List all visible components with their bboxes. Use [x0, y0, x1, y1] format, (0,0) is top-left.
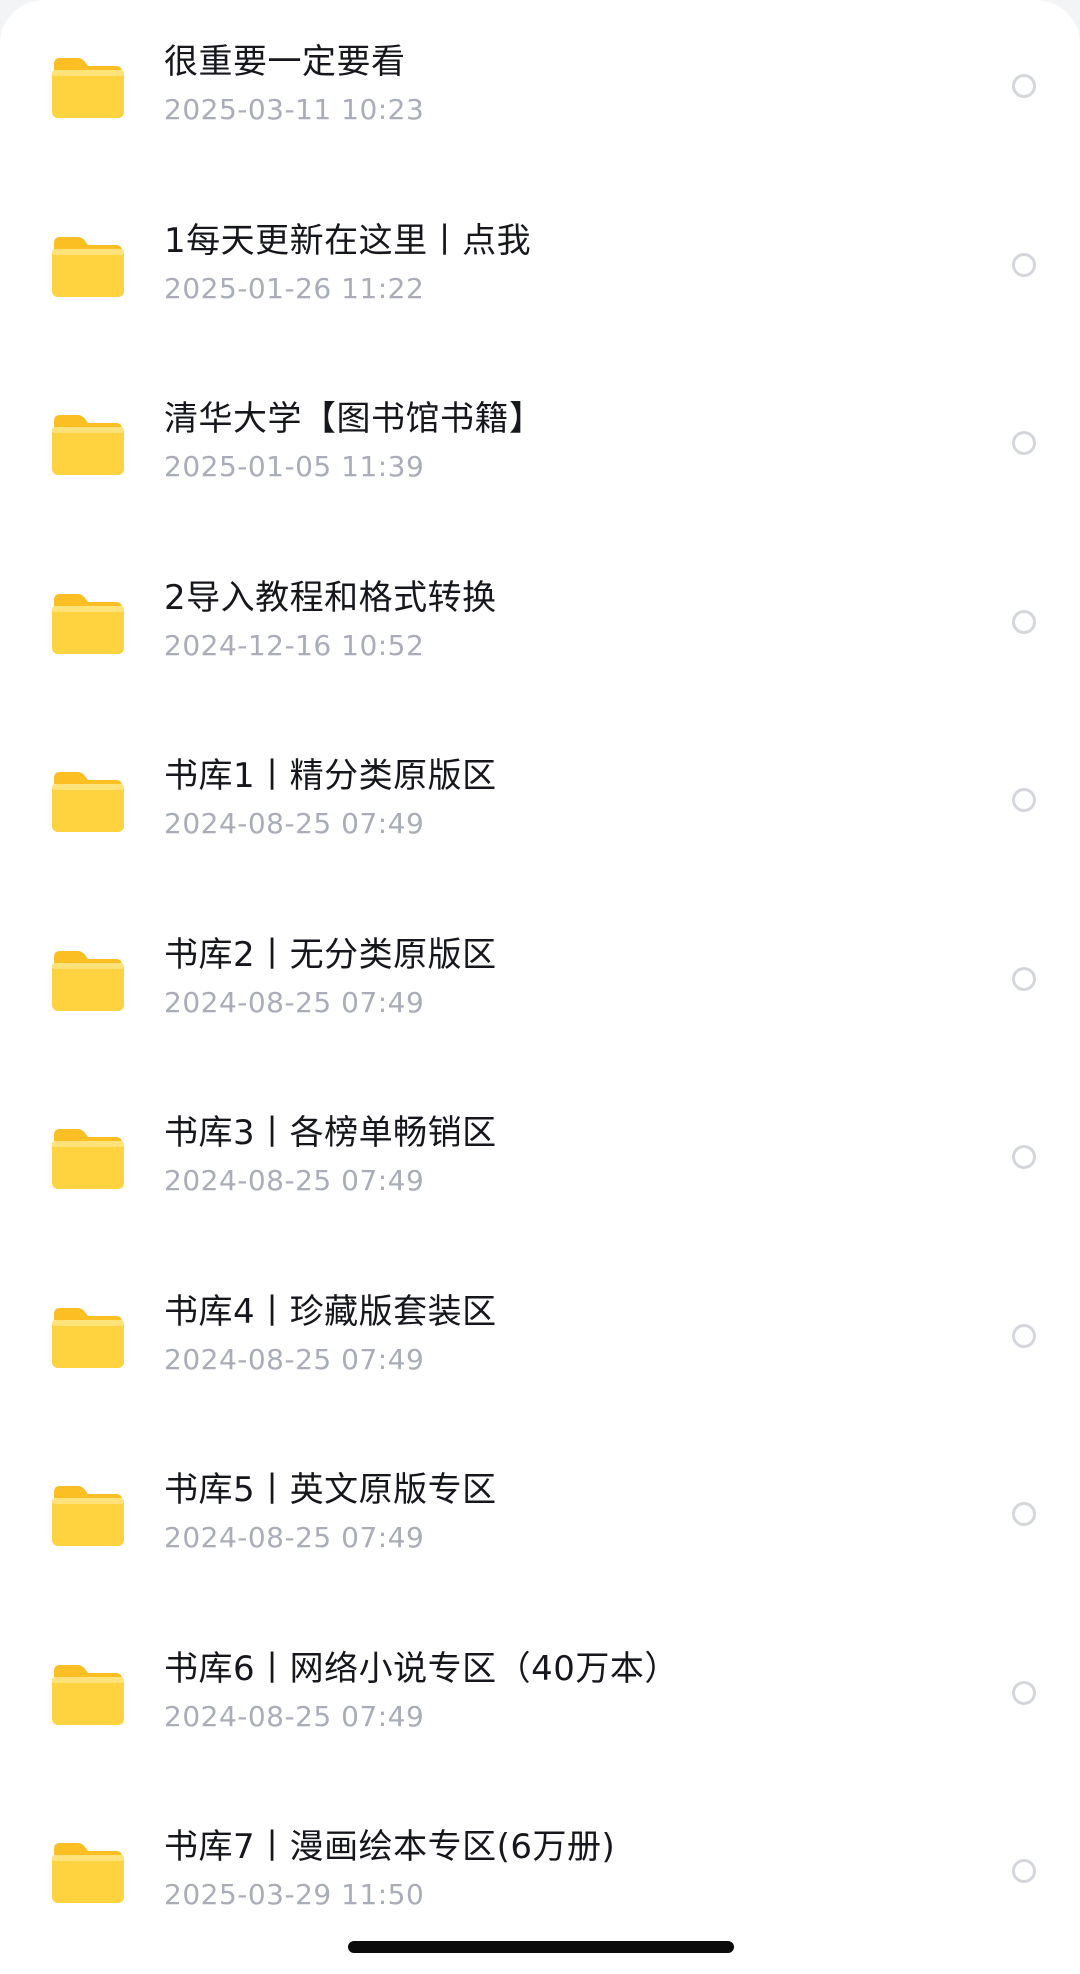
folder-name: 1每天更新在这里丨点我 [164, 220, 532, 261]
folder-text: 书库7丨漫画绘本专区(6万册) 2025-03-29 11:50 [164, 1825, 940, 1913]
folder-name: 书库7丨漫画绘本专区(6万册) [164, 1827, 616, 1867]
folder-icon [50, 52, 126, 122]
folder-date: 2024-08-25 07:49 [164, 985, 425, 1019]
folder-icon [50, 1659, 126, 1729]
folder-name: 很重要一定要看 [164, 42, 406, 82]
folder-date: 2025-03-11 10:23 [164, 93, 425, 126]
list-item[interactable]: 书库3丨各榜单畅销区 2024-08-25 07:49 [0, 1071, 1080, 1250]
folder-name: 清华大学【图书馆书籍】 [164, 399, 544, 439]
list-item[interactable]: 清华大学【图书馆书籍】 2025-01-05 11:39 [0, 357, 1080, 536]
radio-circle-icon[interactable] [1012, 252, 1036, 277]
folder-text: 1每天更新在这里丨点我 2025-01-26 11:22 [164, 219, 940, 307]
folder-icon [50, 409, 126, 479]
radio-circle-icon[interactable] [1012, 1323, 1036, 1348]
radio-circle-icon[interactable] [1012, 1680, 1036, 1705]
folder-icon [50, 766, 126, 836]
folder-name: 书库1丨精分类原版区 [164, 756, 497, 796]
folder-name: 书库6丨网络小说专区（40万本） [164, 1648, 679, 1689]
folder-icon [50, 1302, 126, 1372]
folder-icon [50, 1837, 126, 1907]
radio-circle-icon[interactable] [1012, 74, 1036, 98]
list-item[interactable]: 2导入教程和格式转换 2024-12-16 10:52 [0, 536, 1080, 715]
folder-list: 很重要一定要看 2025-03-11 10:23 1每天更新在这里丨点我 202… [0, 0, 1080, 1964]
folder-date: 2024-08-25 07:49 [164, 1164, 425, 1197]
file-list-sheet: 很重要一定要看 2025-03-11 10:23 1每天更新在这里丨点我 202… [0, 0, 1080, 1974]
list-item[interactable]: 书库6丨网络小说专区（40万本） 2024-08-25 07:49 [0, 1607, 1080, 1786]
home-indicator[interactable] [348, 1941, 734, 1953]
folder-text: 很重要一定要看 2025-03-11 10:23 [164, 40, 940, 128]
radio-circle-icon[interactable] [1012, 1502, 1036, 1526]
list-item[interactable]: 1每天更新在这里丨点我 2025-01-26 11:22 [0, 179, 1080, 358]
folder-date: 2025-01-05 11:39 [164, 450, 425, 483]
folder-name: 2导入教程和格式转换 [164, 577, 497, 618]
folder-text: 书库1丨精分类原版区 2024-08-25 07:49 [164, 754, 940, 842]
folder-date: 2024-08-25 07:49 [164, 1699, 425, 1733]
list-item[interactable]: 书库1丨精分类原版区 2024-08-25 07:49 [0, 714, 1080, 893]
radio-circle-icon[interactable] [1012, 431, 1036, 455]
radio-circle-icon[interactable] [1012, 966, 1036, 991]
folder-name: 书库5丨英文原版专区 [164, 1470, 497, 1510]
folder-icon [50, 231, 126, 301]
folder-icon [50, 588, 126, 658]
folder-text: 清华大学【图书馆书籍】 2025-01-05 11:39 [164, 397, 940, 485]
folder-date: 2025-03-29 11:50 [164, 1878, 425, 1911]
folder-date: 2024-12-16 10:52 [164, 628, 425, 662]
folder-date: 2024-08-25 07:49 [164, 807, 425, 840]
folder-icon [50, 1480, 126, 1550]
folder-text: 书库4丨珍藏版套装区 2024-08-25 07:49 [164, 1290, 940, 1378]
list-item[interactable]: 书库7丨漫画绘本专区(6万册) 2025-03-29 11:50 [0, 1785, 1080, 1964]
folder-icon [50, 945, 126, 1015]
list-item[interactable]: 书库4丨珍藏版套装区 2024-08-25 07:49 [0, 1250, 1080, 1429]
folder-name: 书库3丨各榜单畅销区 [164, 1113, 497, 1153]
folder-date: 2025-01-26 11:22 [164, 271, 425, 305]
folder-icon [50, 1123, 126, 1193]
folder-text: 书库2丨无分类原版区 2024-08-25 07:49 [164, 933, 940, 1021]
list-item[interactable]: 书库5丨英文原版专区 2024-08-25 07:49 [0, 1428, 1080, 1607]
radio-circle-icon[interactable] [1012, 1145, 1036, 1169]
folder-date: 2024-08-25 07:49 [164, 1342, 425, 1376]
folder-text: 书库3丨各榜单畅销区 2024-08-25 07:49 [164, 1111, 940, 1199]
folder-date: 2024-08-25 07:49 [164, 1521, 425, 1554]
radio-circle-icon[interactable] [1012, 609, 1036, 634]
list-item[interactable]: 书库2丨无分类原版区 2024-08-25 07:49 [0, 893, 1080, 1072]
folder-text: 2导入教程和格式转换 2024-12-16 10:52 [164, 576, 940, 664]
radio-circle-icon[interactable] [1012, 788, 1036, 812]
folder-text: 书库5丨英文原版专区 2024-08-25 07:49 [164, 1468, 940, 1556]
radio-circle-icon[interactable] [1012, 1859, 1036, 1883]
list-item[interactable]: 很重要一定要看 2025-03-11 10:23 [0, 0, 1080, 179]
folder-text: 书库6丨网络小说专区（40万本） 2024-08-25 07:49 [164, 1647, 940, 1735]
folder-name: 书库2丨无分类原版区 [164, 934, 497, 975]
folder-name: 书库4丨珍藏版套装区 [164, 1291, 497, 1332]
